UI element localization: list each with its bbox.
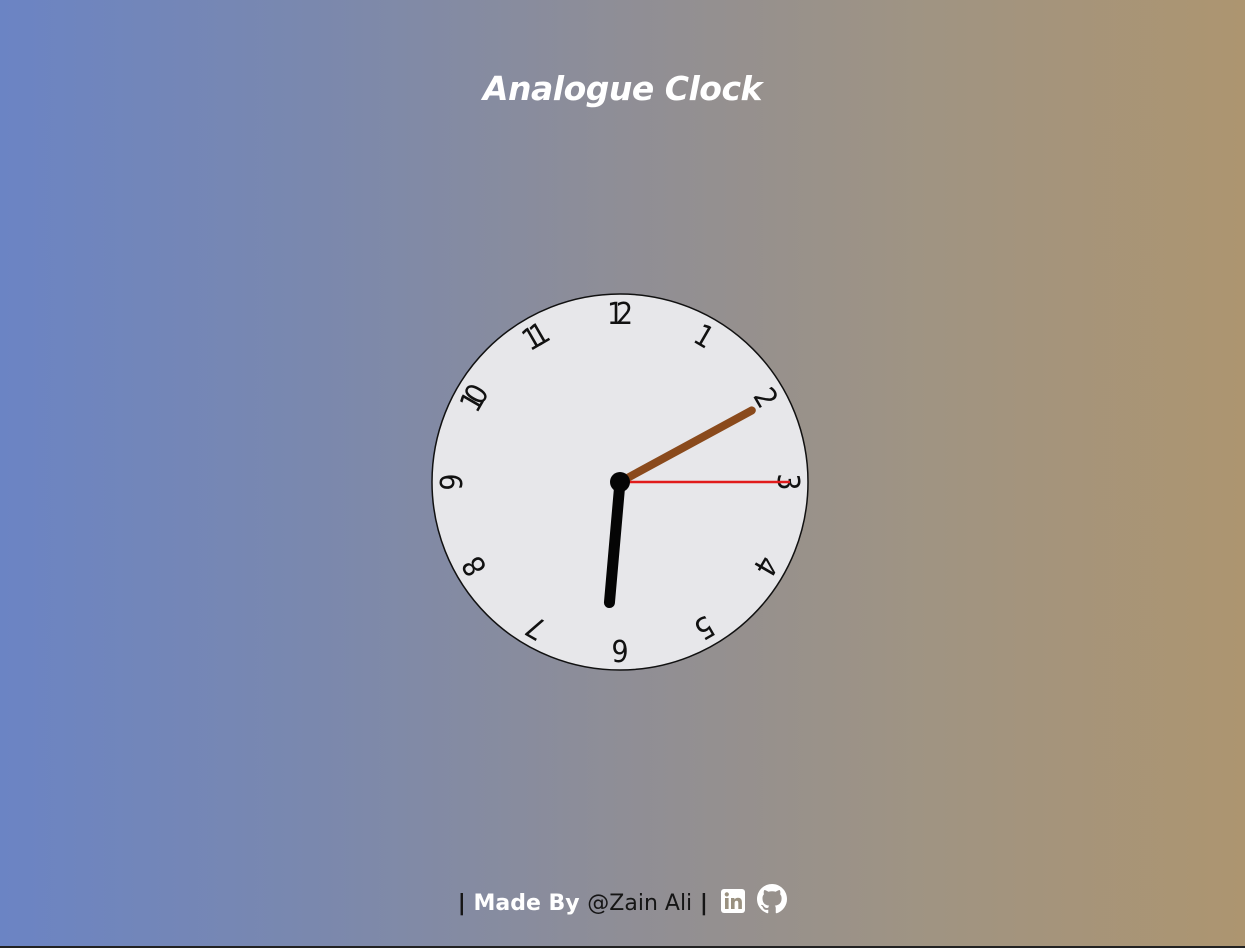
clock-center-dot [610,472,630,492]
clock-numeral-9: 9 [435,473,470,490]
clock-numeral-6: 6 [611,632,628,667]
github-icon [757,884,788,914]
linkedin-icon [720,889,745,913]
footer: | Made By @Zain Ali | [0,884,1245,926]
author-handle: @Zain Ali [587,891,693,916]
github-link[interactable] [757,884,788,926]
analog-clock: 12 1 2 3 4 5 6 7 8 9 10 11 [430,292,810,672]
clock-face-svg: 121234567891011 [431,293,809,671]
linkedin-link[interactable] [720,888,746,926]
footer-separator: | [692,891,708,916]
page-title: Analogue Clock [483,69,762,108]
footer-prefix: | [457,891,474,916]
made-by-label: Made By [473,891,588,916]
clock-numeral-12: 12 [607,297,633,332]
